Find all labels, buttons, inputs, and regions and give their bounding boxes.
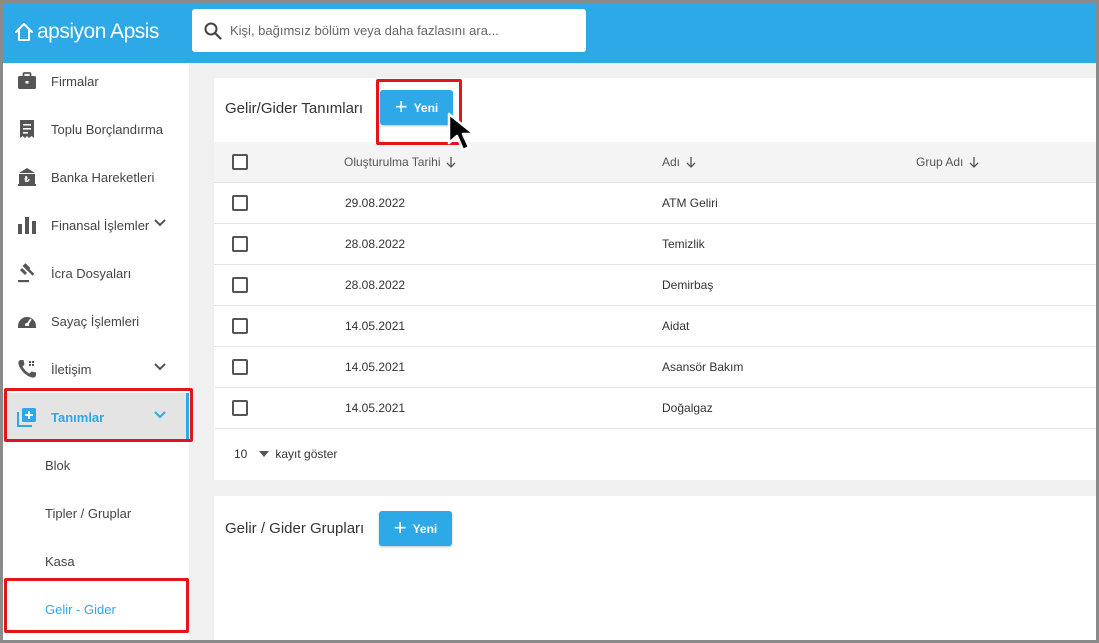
receipt-icon: [16, 118, 38, 140]
cell-date: 14.05.2021: [345, 360, 406, 374]
bar-chart-icon: [16, 214, 38, 236]
section-title: Gelir / Gider Grupları: [225, 520, 365, 537]
chevron-down-icon: [153, 216, 167, 233]
meter-icon: [16, 310, 38, 332]
button-label: Yeni: [413, 100, 439, 115]
sidebar-item-label: Firmalar: [51, 73, 99, 89]
table-row[interactable]: 29.08.2022 ATM Geliri: [214, 183, 1096, 224]
sidebar-subitem-label: Kasa: [45, 553, 75, 569]
search-icon: [204, 22, 222, 40]
sidebar-subitem-label: Gelir - Gider: [45, 601, 116, 617]
plus-icon: +: [393, 514, 407, 540]
sort-arrow-icon: [686, 157, 696, 168]
row-checkbox[interactable]: [232, 236, 248, 252]
cell-name: Asansör Bakım: [662, 360, 744, 374]
cell-date: 14.05.2021: [345, 401, 406, 415]
chevron-down-icon: [153, 408, 167, 425]
bank-icon: ₺: [16, 166, 38, 188]
cell-date: 14.05.2021: [345, 319, 406, 333]
section-title: Gelir/Gider Tanımları: [225, 100, 364, 117]
sidebar-item-label: Banka Hareketleri: [51, 169, 155, 185]
cell-date: 28.08.2022: [345, 237, 406, 251]
sort-arrow-icon: [447, 157, 456, 168]
sort-arrow-icon: [969, 157, 979, 168]
sidebar-item-icra-dosyalari[interactable]: İcra Dosyaları: [3, 249, 189, 297]
search-input[interactable]: [230, 23, 560, 38]
cell-name: ATM Geliri: [662, 196, 718, 210]
cell-name: Doğalgaz: [662, 401, 713, 415]
briefcase-icon: [16, 70, 38, 92]
cell-date: 29.08.2022: [345, 196, 406, 210]
cell-date: 28.08.2022: [345, 278, 406, 292]
column-header-date[interactable]: Oluşturulma Tarihi: [344, 155, 456, 169]
select-all-checkbox[interactable]: [232, 154, 248, 170]
sidebar-item-iletisim[interactable]: İletişim: [3, 345, 189, 393]
sidebar-subitem-tipler-gruplar[interactable]: Tipler / Gruplar: [3, 489, 189, 537]
phone-icon: [16, 358, 38, 380]
sidebar-item-label: İletişim: [51, 361, 92, 377]
sidebar-item-finansal-islemler[interactable]: Finansal İşlemler: [3, 201, 189, 249]
column-label: Oluşturulma Tarihi: [344, 155, 441, 169]
row-checkbox[interactable]: [232, 277, 248, 293]
column-header-name[interactable]: Adı: [662, 155, 696, 169]
home-logo-icon: [15, 23, 33, 41]
row-checkbox[interactable]: [232, 195, 248, 211]
new-group-button[interactable]: + Yeni: [379, 511, 452, 546]
column-label: Adı: [662, 155, 681, 169]
column-header-group[interactable]: Grup Adı: [916, 155, 979, 169]
table-row[interactable]: 14.05.2021 Aidat: [214, 306, 1096, 347]
sidebar-item-label: Sayaç İşlemleri: [51, 313, 140, 329]
sidebar-item-label: İcra Dosyaları: [51, 265, 132, 281]
column-label: Grup Adı: [916, 155, 964, 169]
sidebar-item-firmalar[interactable]: Firmalar: [3, 57, 189, 105]
add-box-icon: [16, 406, 38, 428]
row-checkbox[interactable]: [232, 359, 248, 375]
logo[interactable]: apsiyon Apsis: [13, 17, 159, 47]
table-row[interactable]: 14.05.2021 Asansör Bakım: [214, 347, 1096, 388]
logo-text: apsiyon Apsis: [37, 20, 159, 43]
gelir-gider-tanimlari-card: Gelir/Gider Tanımları + Yeni Oluşturulma…: [214, 78, 1096, 480]
sidebar-item-label: Toplu Borçlandırma: [51, 121, 163, 137]
gelir-gider-gruplari-card: Gelir / Gider Grupları + Yeni: [214, 496, 1096, 640]
button-label: Yeni: [412, 521, 438, 536]
mouse-cursor-icon: [447, 112, 476, 152]
new-definition-button[interactable]: + Yeni: [380, 90, 453, 125]
gavel-icon: [16, 262, 38, 284]
row-checkbox[interactable]: [232, 400, 248, 416]
app-window: apsiyon Apsis Firmalar Toplu Borçlandırm…: [0, 0, 1099, 643]
sidebar-subitem-blok[interactable]: Blok: [3, 441, 189, 489]
sidebar-subitem-label: Blok: [45, 457, 71, 473]
plus-icon: +: [394, 93, 408, 119]
sidebar-item-toplu-borclandirma[interactable]: Toplu Borçlandırma: [3, 105, 189, 153]
svg-text:₺: ₺: [24, 175, 30, 184]
sidebar-subitem-kasa[interactable]: Kasa: [3, 537, 189, 585]
sidebar-item-label: Finansal İşlemler: [51, 217, 150, 233]
cell-name: Aidat: [662, 319, 690, 333]
cell-name: Temizlik: [662, 237, 705, 251]
sidebar-item-sayac-islemleri[interactable]: Sayaç İşlemleri: [3, 297, 189, 345]
page-size-value[interactable]: 10: [234, 447, 247, 461]
sidebar-subitem-gelir-gider[interactable]: Gelir - Gider: [3, 585, 189, 633]
caret-down-icon[interactable]: [259, 451, 270, 457]
table-row[interactable]: 14.05.2021 Doğalgaz: [214, 388, 1096, 429]
sidebar-subitem-label: Tipler / Gruplar: [45, 505, 132, 521]
pagination-footer: 10 kayıt göster: [234, 447, 337, 461]
chevron-down-icon: [153, 360, 167, 377]
page-size-label: kayıt göster: [275, 447, 338, 461]
cell-name: Demirbaş: [662, 278, 714, 292]
table-row[interactable]: 28.08.2022 Demirbaş: [214, 265, 1096, 306]
row-checkbox[interactable]: [232, 318, 248, 334]
sidebar: Firmalar Toplu Borçlandırma ₺ Banka Hare…: [3, 63, 189, 640]
sidebar-item-label: Tanımlar: [51, 409, 105, 425]
table-header: Oluşturulma Tarihi Adı Grup Adı: [214, 142, 1096, 183]
sidebar-item-banka-hareketleri[interactable]: ₺ Banka Hareketleri: [3, 153, 189, 201]
active-indicator: [186, 393, 189, 441]
table-row[interactable]: 28.08.2022 Temizlik: [214, 224, 1096, 265]
search-box[interactable]: [192, 9, 586, 52]
top-bar: apsiyon Apsis: [3, 3, 1096, 63]
sidebar-item-tanimlar[interactable]: Tanımlar: [3, 393, 189, 441]
